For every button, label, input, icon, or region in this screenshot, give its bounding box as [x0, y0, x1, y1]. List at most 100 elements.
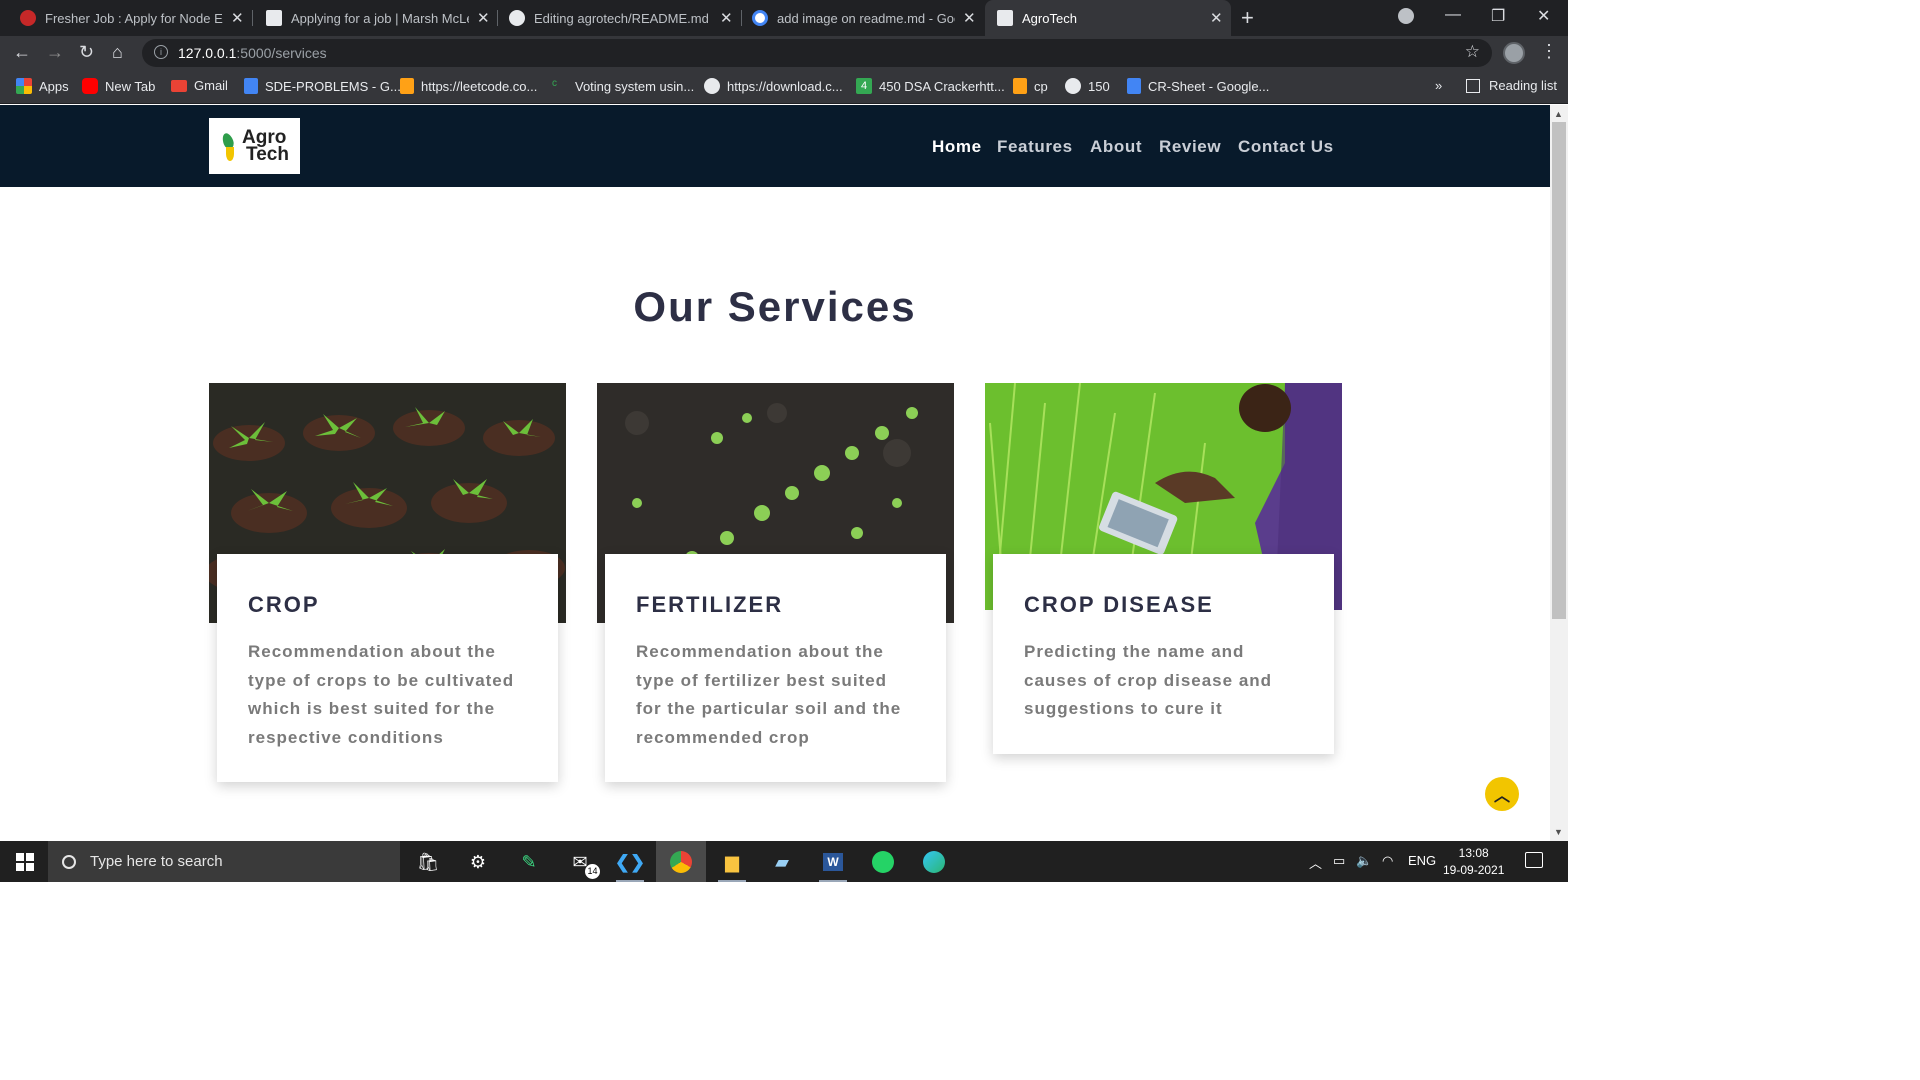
close-tab-icon[interactable]: ✕: [1210, 9, 1223, 27]
site-navbar: Agro Tech Home Features About Review Con…: [0, 105, 1550, 187]
back-icon[interactable]: ←: [13, 42, 31, 63]
scroll-up-arrow-icon[interactable]: ▲: [1554, 109, 1563, 119]
tab-title: AgroTech: [1022, 10, 1077, 26]
reading-list-icon: [1466, 78, 1480, 93]
close-tab-icon[interactable]: ✕: [963, 9, 976, 27]
page-scrollbar[interactable]: ▲ ▼: [1550, 105, 1568, 841]
bookmark-sde-problems[interactable]: SDE-PROBLEMS - G...: [244, 78, 401, 94]
scrollbar-thumb[interactable]: [1552, 122, 1566, 619]
browser-tab[interactable]: Fresher Job : Apply for Node Eng ✕: [0, 0, 248, 36]
tab-search-icon[interactable]: [1398, 8, 1414, 24]
language-indicator[interactable]: ENG: [1408, 853, 1436, 868]
nav-features[interactable]: Features: [997, 137, 1073, 157]
notification-center-icon[interactable]: [1525, 852, 1543, 868]
battery-icon[interactable]: ▭: [1333, 853, 1345, 869]
c-icon: c: [552, 78, 557, 89]
show-hidden-icons-chevron-icon[interactable]: ︿: [1309, 853, 1322, 872]
close-tab-icon[interactable]: ✕: [720, 9, 733, 27]
bookmark-150[interactable]: 150: [1065, 78, 1110, 94]
card-title: FERTILIZER: [636, 592, 784, 617]
tab-title: Editing agrotech/README.md at: [534, 10, 712, 26]
scroll-down-arrow-icon[interactable]: ▼: [1554, 827, 1563, 837]
pen-icon[interactable]: ✎: [515, 848, 543, 876]
reading-list-button[interactable]: Reading list: [1466, 78, 1557, 93]
chevron-up-icon: ︿: [1493, 788, 1510, 805]
bookmark-star-icon[interactable]: ☆: [1465, 42, 1480, 62]
leetcode-icon: [1013, 78, 1027, 94]
notepad-icon[interactable]: ▰: [768, 848, 796, 876]
minimize-icon[interactable]: —: [1445, 6, 1461, 24]
whatsapp-icon[interactable]: [869, 848, 897, 876]
reload-icon[interactable]: ↻: [79, 42, 94, 63]
bookmark-450-dsa[interactable]: 4 450 DSA Crackerhtt...: [856, 78, 1005, 94]
bookmark-new-tab[interactable]: New Tab: [82, 78, 155, 94]
new-tab-button[interactable]: +: [1241, 5, 1254, 31]
bookmark-voting-system[interactable]: c Voting system usin...: [552, 78, 694, 94]
service-card-crop-disease[interactable]: CROP DISEASE Predicting the name and cau…: [993, 554, 1334, 754]
volume-icon[interactable]: 🔈: [1356, 853, 1372, 869]
edge-icon[interactable]: [920, 848, 948, 876]
taskbar-search[interactable]: Type here to search: [48, 841, 400, 882]
bookmark-apps[interactable]: Apps: [16, 78, 69, 94]
close-tab-icon[interactable]: ✕: [477, 9, 490, 27]
globe-icon: [704, 78, 720, 94]
settings-gear-icon[interactable]: ⚙: [464, 848, 492, 876]
google-docs-icon: [1127, 78, 1141, 94]
service-card-crop[interactable]: CROP Recommendation about the type of cr…: [217, 554, 558, 783]
briefcase-favicon: [266, 10, 282, 26]
browser-tab[interactable]: add image on readme.md - Goo ✕: [732, 0, 982, 36]
google-favicon: [752, 10, 768, 26]
card-description: Predicting the name and causes of crop d…: [1024, 642, 1273, 719]
close-window-icon[interactable]: ✕: [1537, 6, 1550, 26]
bookmark-gmail[interactable]: Gmail: [171, 78, 228, 93]
profile-avatar[interactable]: [1503, 42, 1525, 64]
nav-contact-us[interactable]: Contact Us: [1238, 137, 1334, 157]
browser-toolbar: ← → ↻ ⌂ i 127.0.0.1:5000/services ☆ ⋮: [0, 36, 1568, 70]
wifi-icon[interactable]: ◠: [1382, 853, 1393, 869]
mail-icon[interactable]: ✉ 14: [566, 848, 600, 879]
bookmark-download[interactable]: https://download.c...: [704, 78, 843, 94]
mail-badge: 14: [585, 864, 600, 879]
chrome-menu-icon[interactable]: ⋮: [1540, 41, 1558, 62]
browser-tab[interactable]: Applying for a job | Marsh McLen ✕: [246, 0, 494, 36]
bookmark-leetcode[interactable]: https://leetcode.co...: [400, 78, 537, 94]
bookmark-cp[interactable]: cp: [1013, 78, 1048, 94]
clock-date: 19-09-2021: [1443, 863, 1505, 877]
card-title: CROP: [248, 592, 320, 617]
nav-home[interactable]: Home: [932, 137, 982, 157]
section-title: Our Services: [633, 283, 917, 330]
nav-review[interactable]: Review: [1159, 137, 1221, 157]
windows-start-icon[interactable]: [16, 853, 34, 871]
forward-icon[interactable]: →: [46, 42, 64, 63]
gmail-icon: [171, 79, 187, 92]
card-description: Recommendation about the type of fertili…: [636, 642, 902, 747]
vscode-icon[interactable]: ❮❯: [615, 848, 645, 882]
tab-title: Applying for a job | Marsh McLen: [291, 10, 469, 26]
restore-icon[interactable]: ❐: [1491, 6, 1505, 26]
store-icon[interactable]: 🛍: [414, 848, 442, 876]
site-info-icon[interactable]: i: [154, 45, 168, 59]
logo-text-line2: Tech: [246, 144, 289, 165]
apps-grid-icon: [16, 78, 32, 94]
tab-title: Fresher Job : Apply for Node Eng: [45, 10, 223, 26]
url-text[interactable]: 127.0.0.1:5000/services: [178, 45, 327, 61]
nav-about[interactable]: About: [1090, 137, 1142, 157]
bookmark-cr-sheet[interactable]: CR-Sheet - Google...: [1127, 78, 1269, 94]
agrotech-logo[interactable]: Agro Tech: [209, 118, 300, 174]
scroll-to-top-button[interactable]: ︿: [1485, 777, 1519, 811]
service-card-fertilizer[interactable]: FERTILIZER Recommendation about the type…: [605, 554, 946, 783]
word-icon[interactable]: W: [819, 848, 847, 882]
browser-tab[interactable]: Editing agrotech/README.md at ✕: [489, 0, 737, 36]
system-clock[interactable]: 13:08 19-09-2021: [1443, 845, 1504, 879]
browser-tab-active[interactable]: AgroTech ✕: [985, 0, 1231, 36]
address-bar[interactable]: i 127.0.0.1:5000/services ☆: [142, 39, 1492, 67]
windows-taskbar: Type here to search 🛍 ⚙ ✎ ✉ 14 ❮❯ ▆ ▰ W ︿…: [0, 841, 1568, 882]
chrome-taskbar-icon[interactable]: [656, 841, 706, 882]
github-favicon: [509, 10, 525, 26]
home-icon[interactable]: ⌂: [112, 42, 123, 63]
file-explorer-icon[interactable]: ▆: [718, 848, 746, 882]
close-tab-icon[interactable]: ✕: [231, 9, 244, 27]
more-bookmarks-chevron-icon[interactable]: »: [1435, 78, 1442, 93]
browser-tab-strip: Fresher Job : Apply for Node Eng ✕ Apply…: [0, 0, 1568, 36]
youtube-icon: [82, 78, 98, 94]
